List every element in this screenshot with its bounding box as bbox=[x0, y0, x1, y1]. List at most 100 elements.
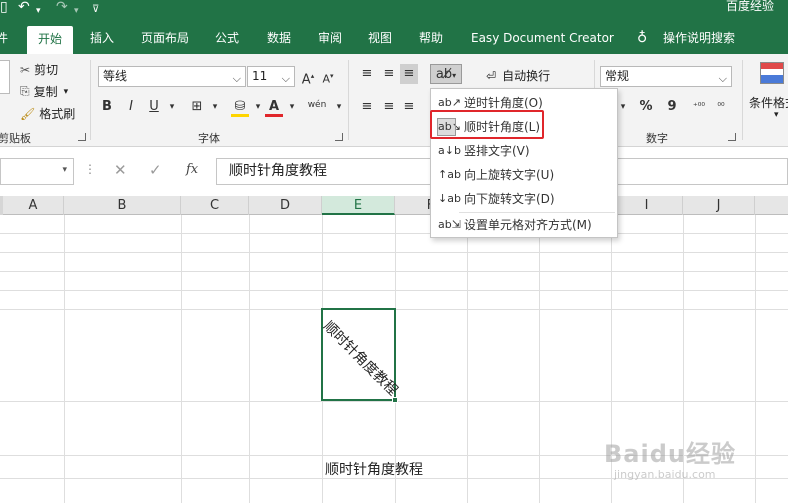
tab-review[interactable]: 审阅 bbox=[318, 22, 342, 54]
tab-easy-document-creator[interactable]: Easy Document Creator bbox=[471, 22, 614, 54]
wrap-text-button[interactable]: ⏎ 自动换行 bbox=[486, 67, 550, 84]
chevron-down-icon: ⌵ bbox=[232, 72, 241, 85]
undo-dropdown-icon[interactable]: ▾ bbox=[36, 4, 41, 20]
group-divider bbox=[90, 60, 91, 140]
comma-style-button[interactable]: 9 bbox=[663, 97, 681, 117]
number-format-combo[interactable]: 常规 ⌵ bbox=[600, 66, 732, 87]
copy-icon: ⎘ bbox=[20, 84, 30, 98]
font-launcher-icon[interactable] bbox=[335, 133, 343, 141]
save-icon[interactable]: ▯ bbox=[0, 0, 8, 16]
increase-font-size-button[interactable]: A▴ bbox=[299, 66, 317, 87]
tab-insert[interactable]: 插入 bbox=[90, 22, 114, 54]
bottom-align-icon[interactable]: ≡ bbox=[400, 64, 418, 84]
align-left-icon[interactable]: ≡ bbox=[358, 97, 376, 117]
grid-line bbox=[0, 271, 788, 272]
grid-line bbox=[181, 215, 182, 503]
underline-button[interactable]: U bbox=[145, 97, 163, 117]
tab-data[interactable]: 数据 bbox=[267, 22, 291, 54]
decrease-font-label: A bbox=[322, 72, 330, 86]
undo-icon[interactable]: ↶ bbox=[18, 0, 30, 16]
conditional-formatting-icon[interactable] bbox=[760, 62, 784, 84]
tab-home[interactable]: 开始 bbox=[27, 26, 74, 54]
align-center-icon[interactable]: ≡ bbox=[380, 97, 398, 117]
highlight-annotation-box bbox=[430, 110, 544, 139]
name-box[interactable]: ▾ bbox=[0, 158, 74, 185]
borders-icon[interactable]: ⊞ bbox=[188, 97, 206, 117]
worksheet-grid[interactable]: 顺时针角度教程 顺时针角度教程 Baidu经验 jingyan.baidu.co… bbox=[0, 215, 788, 503]
fill-handle[interactable] bbox=[392, 397, 398, 403]
conditional-formatting-dropdown-icon[interactable]: ▾ bbox=[774, 110, 779, 120]
name-box-dropdown-icon[interactable]: ▾ bbox=[62, 165, 67, 175]
increase-decimal-icon[interactable]: ⁺⁰⁰ bbox=[690, 97, 708, 117]
formula-bar-resize-icon[interactable]: ⋮ bbox=[84, 162, 96, 176]
column-header-a[interactable]: A bbox=[3, 196, 64, 215]
copy-dropdown-icon[interactable]: ▾ bbox=[64, 87, 69, 97]
decrease-font-size-button[interactable]: A▾ bbox=[319, 66, 337, 86]
orientation-button[interactable]: ab̸▾ bbox=[430, 64, 462, 84]
cancel-icon[interactable]: ✕ bbox=[114, 161, 127, 179]
borders-dropdown-icon[interactable]: ▾ bbox=[206, 97, 224, 117]
insert-function-icon[interactable]: fx bbox=[186, 162, 198, 177]
menu-item-rotate-text-down[interactable]: ↓ab 向下旋转文字(D) bbox=[431, 187, 617, 211]
tab-file[interactable]: 件 bbox=[0, 22, 8, 54]
font-size-value: 11 bbox=[252, 69, 268, 83]
paste-icon[interactable] bbox=[0, 60, 10, 94]
orientation-icon: ab̸ bbox=[435, 67, 453, 82]
copy-label: 复制 bbox=[33, 85, 58, 99]
tab-help[interactable]: 帮助 bbox=[419, 22, 443, 54]
font-group-label: 字体 bbox=[198, 132, 220, 145]
menu-item-rotate-text-up[interactable]: ↑ab 向上旋转文字(U) bbox=[431, 163, 617, 187]
column-header-e[interactable]: E bbox=[322, 196, 395, 215]
bold-button[interactable]: B bbox=[98, 97, 116, 117]
column-header-j[interactable]: J bbox=[683, 196, 755, 215]
grid-line bbox=[0, 252, 788, 253]
redo-dropdown-icon[interactable]: ▾ bbox=[74, 4, 79, 20]
font-size-combo[interactable]: 11 ⌵ bbox=[247, 66, 295, 87]
font-color-icon[interactable]: A bbox=[265, 97, 283, 117]
number-format-value: 常规 bbox=[605, 69, 630, 83]
conditional-formatting-label[interactable]: 条件格式 bbox=[749, 94, 788, 111]
copy-button[interactable]: ⎘ 复制 ▾ bbox=[20, 83, 68, 100]
menu-item-label: 向上旋转文字(U) bbox=[464, 168, 555, 182]
watermark-logo: Baidu经验 bbox=[604, 440, 736, 468]
clipboard-group-label: 剪贴板 bbox=[0, 132, 31, 145]
align-right-icon[interactable]: ≡ bbox=[400, 97, 418, 117]
underline-dropdown-icon[interactable]: ▾ bbox=[163, 97, 181, 117]
grid-line bbox=[0, 290, 788, 291]
percent-button[interactable]: % bbox=[637, 97, 655, 117]
tab-view[interactable]: 视图 bbox=[368, 22, 392, 54]
decrease-decimal-icon[interactable]: ⁰⁰ bbox=[712, 97, 730, 117]
column-header-c[interactable]: C bbox=[181, 196, 249, 215]
phonetic-dropdown-icon[interactable]: ▾ bbox=[330, 97, 348, 117]
column-header-i[interactable]: I bbox=[611, 196, 683, 215]
italic-button[interactable]: I bbox=[122, 97, 140, 117]
tab-page-layout[interactable]: 页面布局 bbox=[141, 22, 189, 54]
angle-counterclockwise-icon: ab↗ bbox=[438, 96, 461, 109]
top-align-icon[interactable]: ≡ bbox=[358, 64, 376, 84]
number-launcher-icon[interactable] bbox=[728, 133, 736, 141]
font-name-combo[interactable]: 等线 ⌵ bbox=[98, 66, 246, 87]
fill-color-icon[interactable]: ⛁ bbox=[231, 97, 249, 117]
cut-button[interactable]: ✂ 剪切 bbox=[20, 61, 58, 78]
column-header-d[interactable]: D bbox=[249, 196, 322, 215]
enter-icon[interactable]: ✓ bbox=[149, 161, 162, 179]
tell-me-search[interactable]: 操作说明搜索 bbox=[663, 22, 735, 54]
tab-formulas[interactable]: 公式 bbox=[215, 22, 239, 54]
format-painter-button[interactable]: 🖌 格式刷 bbox=[20, 105, 75, 122]
lightbulb-icon: ♁ bbox=[637, 30, 648, 46]
formula-bar: ▾ ⋮ ✕ ✓ fx 顺时针角度教程 bbox=[0, 156, 788, 187]
menu-item-label: 设置单元格对齐方式(M) bbox=[464, 218, 592, 232]
menu-item-vertical-text[interactable]: a↓b 竖排文字(V) bbox=[431, 139, 617, 163]
font-color-dropdown-icon[interactable]: ▾ bbox=[283, 97, 301, 117]
clipboard-launcher-icon[interactable] bbox=[78, 133, 86, 141]
phonetic-guide-button[interactable]: wén bbox=[305, 95, 329, 115]
chevron-down-icon: ⌵ bbox=[718, 72, 727, 85]
active-cell-e[interactable]: 顺时针角度教程 bbox=[320, 308, 401, 403]
menu-item-format-cell-alignment[interactable]: ab⇲ 设置单元格对齐方式(M) bbox=[431, 213, 617, 237]
redo-icon[interactable]: ↷ bbox=[56, 0, 68, 16]
customize-quick-access-icon[interactable]: ⊽ bbox=[92, 3, 99, 19]
ribbon: ✂ 剪切 ⎘ 复制 ▾ 🖌 格式刷 剪贴板 等线 ⌵ 11 ⌵ A▴ A▾ B … bbox=[0, 54, 788, 147]
middle-align-icon[interactable]: ≡ bbox=[380, 64, 398, 84]
column-header-b[interactable]: B bbox=[64, 196, 181, 215]
cell-text[interactable]: 顺时针角度教程 bbox=[325, 459, 423, 479]
